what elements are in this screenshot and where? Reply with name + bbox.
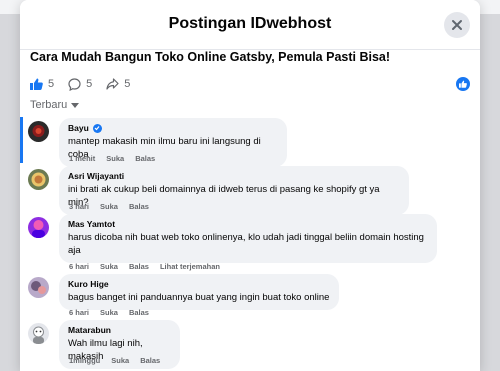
dialog-header: Postingan IDwebhost <box>20 0 480 50</box>
post-dialog: Postingan IDwebhost Cara Mudah Bangun To… <box>20 0 480 371</box>
like-count-value: 5 <box>48 78 55 90</box>
comment-author[interactable]: Asri Wijayanti <box>68 171 400 181</box>
comment-text-line: harus dicoba nih buat web toko onlinenya… <box>68 232 424 243</box>
comment-time[interactable]: 3 hari <box>69 202 89 211</box>
thumbs-up-icon <box>30 78 43 90</box>
comment-actions: 6 hari Suka Balas <box>69 308 160 317</box>
like-reaction-icon[interactable] <box>456 77 470 91</box>
verified-badge-icon <box>92 123 102 133</box>
comment-actions: 1 menit Suka Balas <box>69 154 166 163</box>
comment-actions: 3 hari Suka Balas <box>69 202 160 211</box>
comment-time[interactable]: 6 hari <box>69 262 89 271</box>
sort-dropdown[interactable]: Terbaru <box>30 99 80 111</box>
like-link[interactable]: Suka <box>100 202 118 211</box>
comment-author[interactable]: Kuro Hige <box>68 279 330 289</box>
reply-link[interactable]: Balas <box>140 356 160 365</box>
comment-author[interactable]: Bayu <box>68 123 89 133</box>
comment-author[interactable]: Matarabun <box>68 325 171 335</box>
comment-text: bagus banget ini panduannya buat yang in… <box>68 292 330 303</box>
comment-time[interactable]: 1 menit <box>69 154 95 163</box>
like-link[interactable]: Suka <box>100 308 118 317</box>
comment-bubble: Mas Yamtot harus dicoba nih buat web tok… <box>59 214 437 263</box>
dialog-title: Postingan IDwebhost <box>168 15 332 32</box>
avatar[interactable] <box>28 169 49 190</box>
avatar[interactable] <box>28 217 49 238</box>
comment-count-value: 5 <box>86 78 93 90</box>
avatar[interactable] <box>28 121 49 142</box>
comment-time[interactable]: 1minggu <box>69 356 100 365</box>
reply-link[interactable]: Balas <box>129 262 149 271</box>
share-count[interactable]: 5 <box>106 78 130 90</box>
chevron-down-icon <box>71 102 80 108</box>
share-count-value: 5 <box>124 78 131 90</box>
like-count[interactable]: 5 <box>30 78 54 90</box>
comment-icon <box>68 77 81 91</box>
share-icon <box>106 78 119 90</box>
like-link[interactable]: Suka <box>106 154 124 163</box>
avatar[interactable] <box>28 277 49 298</box>
active-comment-indicator <box>20 117 23 163</box>
reply-link[interactable]: Balas <box>135 154 155 163</box>
reply-link[interactable]: Balas <box>129 202 149 211</box>
comment-count[interactable]: 5 <box>68 77 93 91</box>
see-translation-link[interactable]: Lihat terjemahan <box>160 262 220 271</box>
comment-author[interactable]: Mas Yamtot <box>68 219 428 229</box>
comment-bubble: Kuro Hige bagus banget ini panduannya bu… <box>59 274 339 310</box>
close-icon <box>452 20 462 30</box>
post-title: Cara Mudah Bangun Toko Online Gatsby, Pe… <box>30 50 391 64</box>
comment-actions: 1minggu Suka Balas <box>69 356 171 365</box>
sort-label: Terbaru <box>30 99 68 111</box>
comment-time[interactable]: 6 hari <box>69 308 89 317</box>
reaction-bar: 5 5 5 <box>30 76 470 92</box>
reply-link[interactable]: Balas <box>129 308 149 317</box>
avatar[interactable] <box>28 323 49 344</box>
close-button[interactable] <box>444 12 470 38</box>
comment-text-line: aja <box>68 245 81 256</box>
thumbs-up-small-icon <box>459 80 467 88</box>
like-link[interactable]: Suka <box>100 262 118 271</box>
comment-actions: 6 hari Suka Balas Lihat terjemahan <box>69 262 231 271</box>
like-link[interactable]: Suka <box>111 356 129 365</box>
